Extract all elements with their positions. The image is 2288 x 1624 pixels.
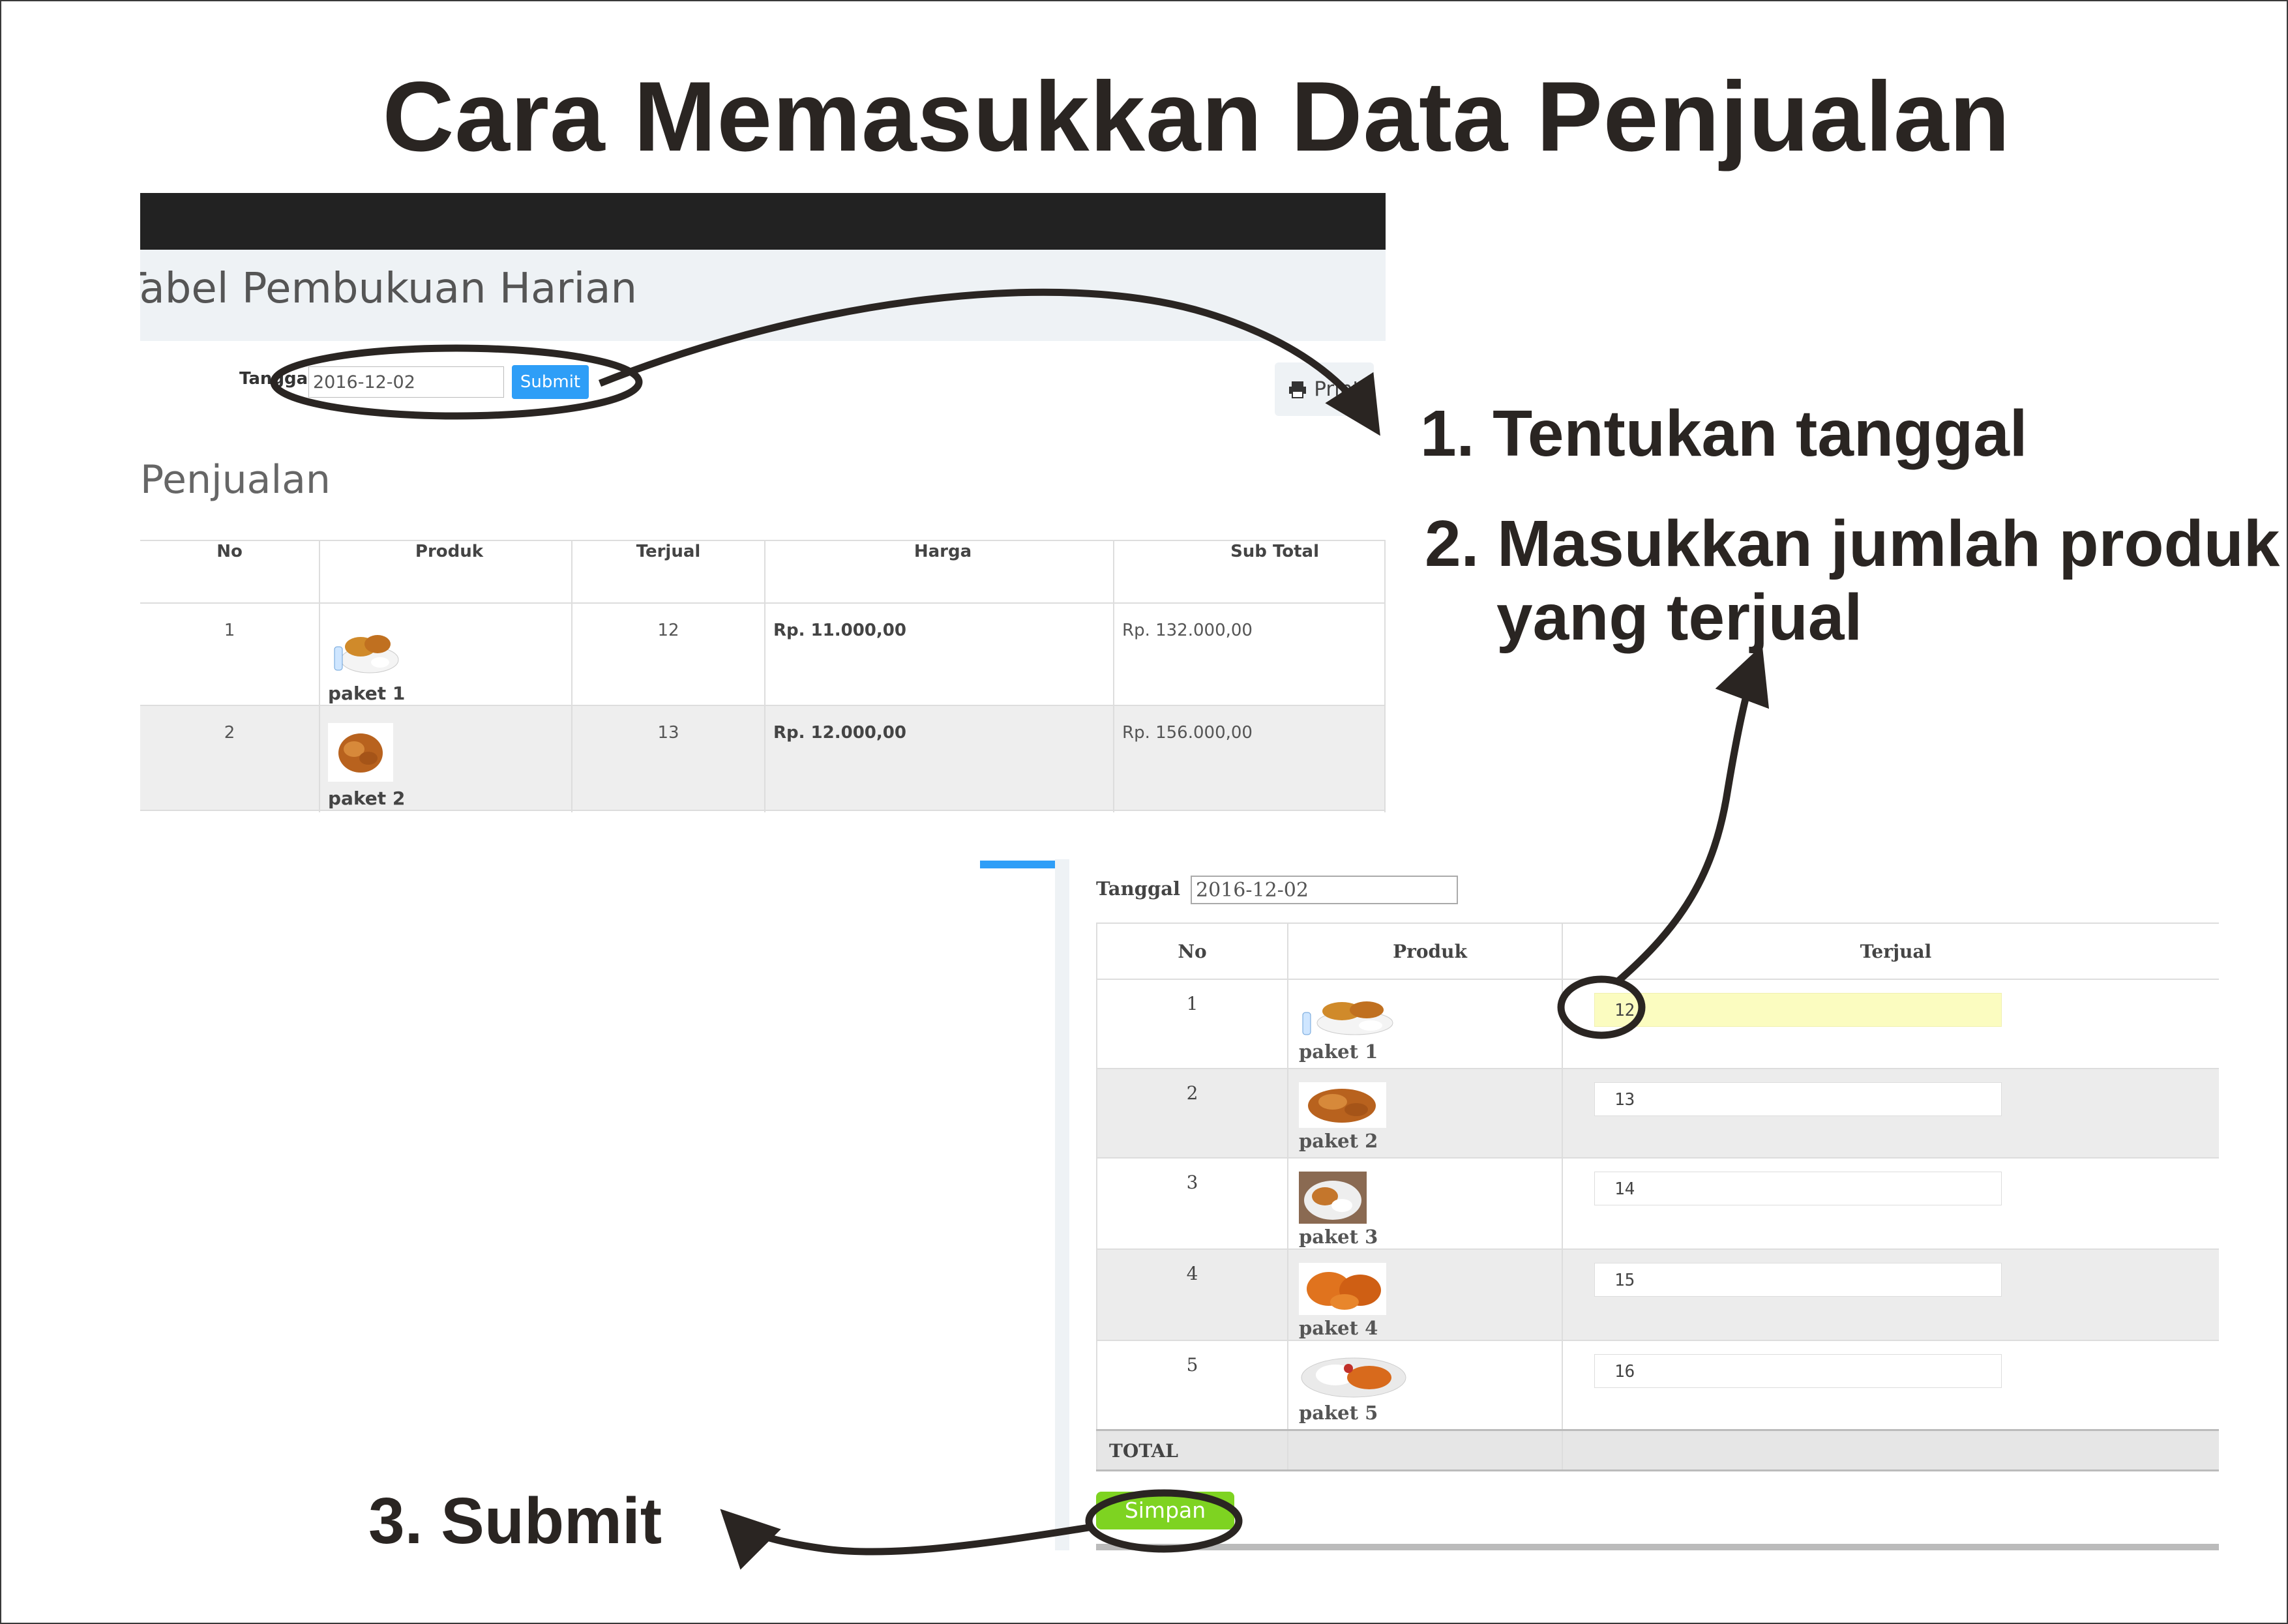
quantity-callout-ellipse	[1557, 975, 1646, 1039]
step-3-arrow	[720, 1509, 1090, 1570]
step-1-arrow	[598, 288, 1380, 436]
date-callout-ellipse	[270, 344, 643, 420]
annotation-overlay	[270, 288, 1770, 1570]
step-2-arrow	[1613, 645, 1770, 986]
save-callout-ellipse	[1085, 1489, 1243, 1553]
